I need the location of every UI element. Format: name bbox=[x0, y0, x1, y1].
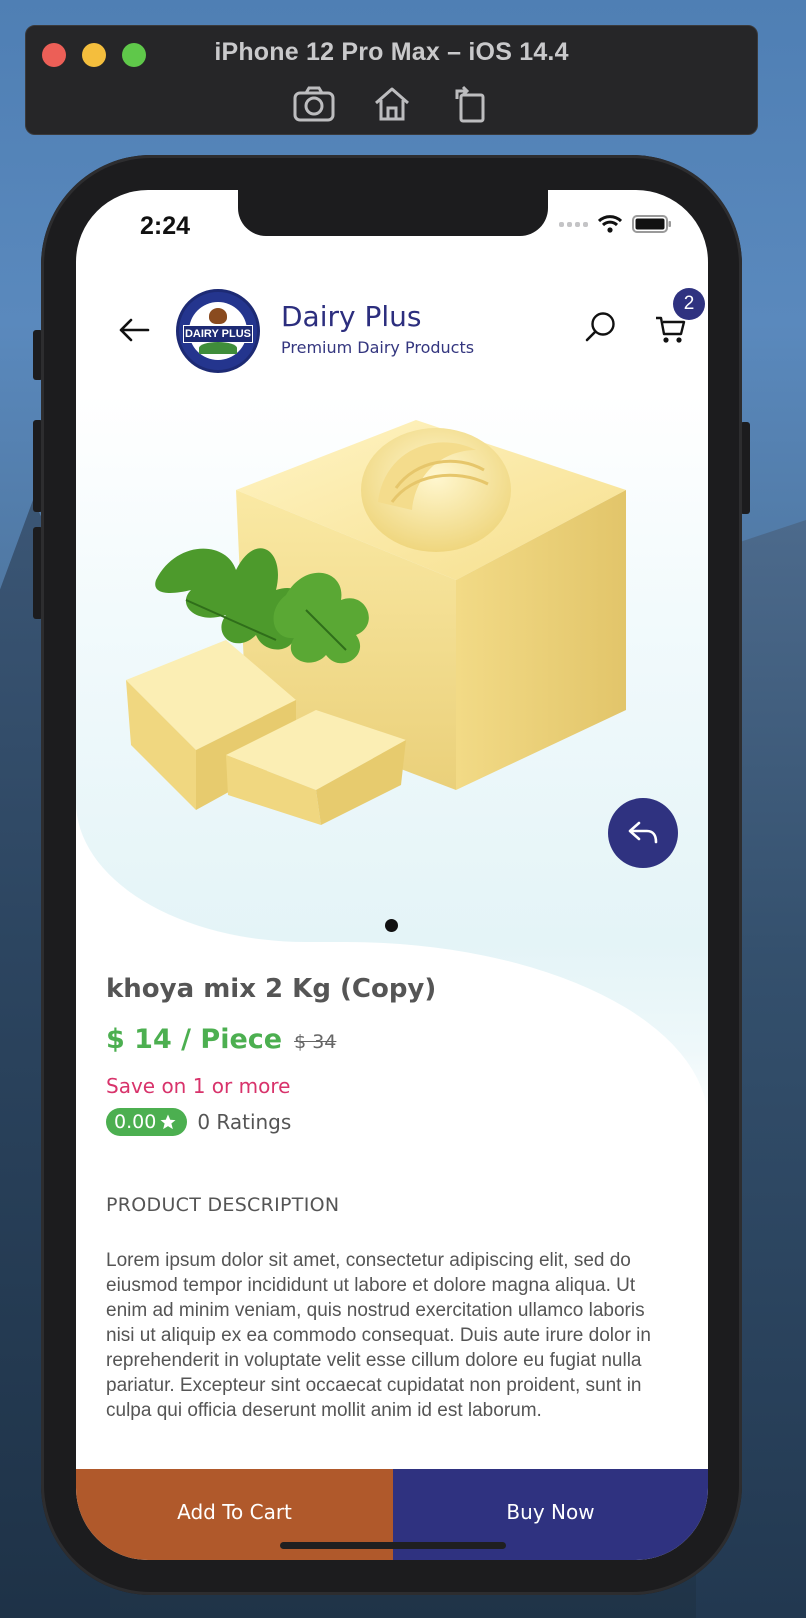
arrow-left-icon bbox=[119, 318, 150, 342]
rating-count: 0 Ratings bbox=[197, 1110, 292, 1134]
screenshot-button[interactable] bbox=[293, 84, 335, 124]
notch bbox=[238, 190, 548, 236]
search-icon bbox=[585, 312, 615, 342]
brand-subtitle: Premium Dairy Products bbox=[281, 338, 475, 357]
brand-title: Dairy Plus bbox=[281, 300, 422, 333]
star-icon bbox=[160, 1114, 176, 1130]
search-button[interactable] bbox=[584, 310, 618, 344]
rating-row: 0.00 0 Ratings bbox=[106, 1108, 291, 1136]
product-description: Lorem ipsum dolor sit amet, consectetur … bbox=[106, 1250, 651, 1421]
signal-icon bbox=[559, 221, 588, 227]
screenshot-icon bbox=[293, 86, 334, 122]
hills-icon bbox=[199, 342, 237, 354]
share-button[interactable] bbox=[608, 798, 678, 868]
wifi-icon bbox=[598, 215, 622, 233]
home-indicator[interactable] bbox=[280, 1542, 506, 1549]
simulator-title: iPhone 12 Pro Max – iOS 14.4 bbox=[214, 38, 569, 66]
brand-logo: DAIRY PLUS bbox=[176, 289, 260, 373]
home-button[interactable] bbox=[371, 84, 413, 124]
cart-count-badge: 2 bbox=[673, 288, 705, 320]
carousel-dot[interactable] bbox=[385, 919, 398, 932]
app-header: DAIRY PLUS Dairy Plus Premium Dairy Prod… bbox=[76, 280, 708, 380]
price-row: $ 14 / Piece $ 34 bbox=[106, 1024, 336, 1055]
description-heading: PRODUCT DESCRIPTION bbox=[106, 1194, 340, 1216]
original-price: $ 34 bbox=[294, 1031, 337, 1053]
hero-curve bbox=[346, 942, 708, 1122]
simulator-title-bar: iPhone 12 Pro Max – iOS 14.4 bbox=[25, 25, 758, 135]
simulator-toolbar bbox=[26, 84, 757, 124]
status-time: 2:24 bbox=[140, 212, 191, 240]
cow-icon bbox=[209, 308, 227, 324]
rating-value: 0.00 bbox=[114, 1111, 157, 1133]
rating-badge: 0.00 bbox=[106, 1108, 188, 1136]
butter-image[interactable] bbox=[116, 410, 676, 830]
product-name: khoya mix 2 Kg (Copy) bbox=[106, 974, 437, 1004]
home-icon bbox=[374, 87, 409, 121]
battery-icon bbox=[632, 215, 671, 233]
share-icon bbox=[628, 821, 658, 844]
phone-screen: 2:24 DAIRY PLUS Dairy Plus Premium Dairy… bbox=[76, 190, 708, 1560]
status-icons bbox=[559, 214, 672, 234]
product-price: $ 14 / Piece bbox=[106, 1024, 283, 1055]
rotate-button[interactable] bbox=[449, 84, 491, 124]
logo-text: DAIRY PLUS bbox=[183, 325, 253, 343]
rotate-icon bbox=[455, 85, 484, 123]
save-offer-text: Save on 1 or more bbox=[106, 1074, 291, 1098]
back-button[interactable] bbox=[116, 312, 152, 348]
